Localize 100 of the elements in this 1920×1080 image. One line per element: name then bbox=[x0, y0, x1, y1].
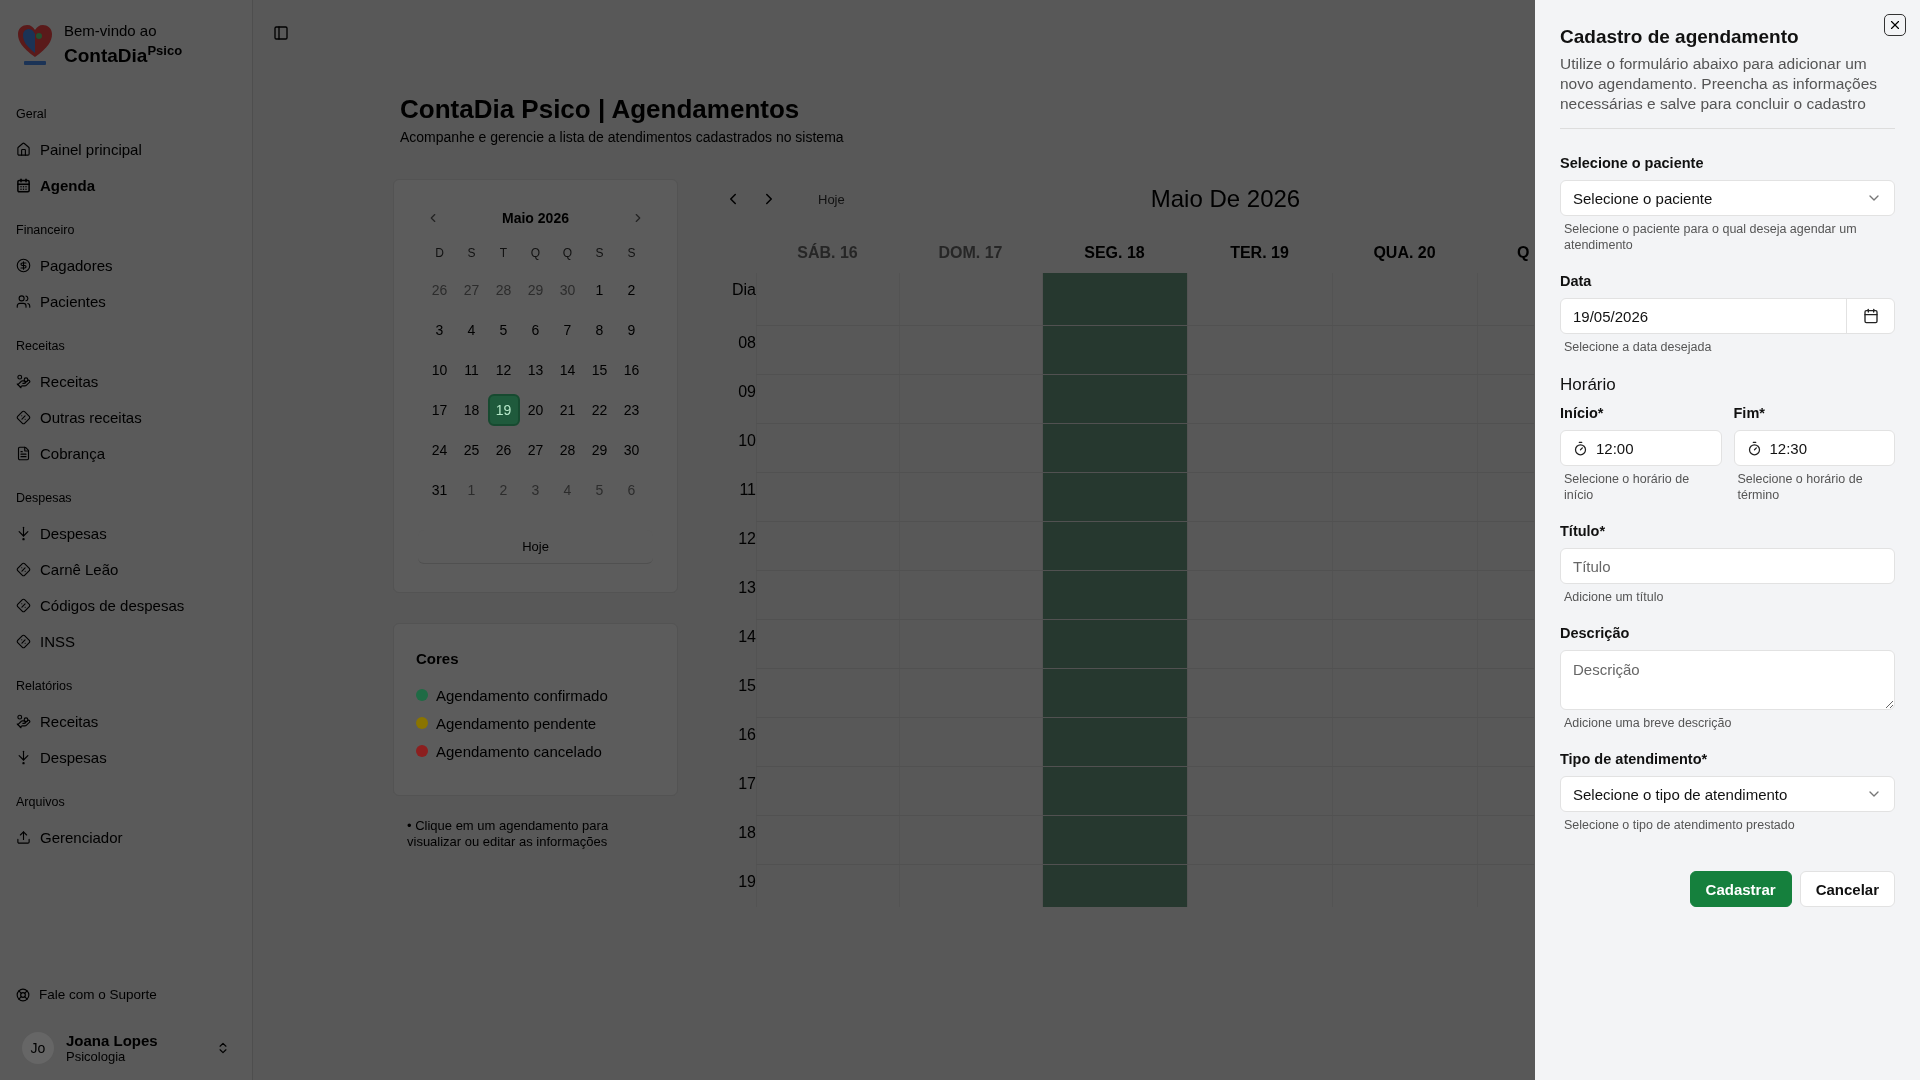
calendar-day[interactable]: 24 bbox=[423, 434, 456, 466]
calendar-day[interactable]: 1 bbox=[583, 274, 616, 306]
calendar-slot[interactable] bbox=[1042, 669, 1187, 718]
calendar-slot[interactable] bbox=[1042, 326, 1187, 375]
calendar-slot[interactable] bbox=[1187, 620, 1332, 669]
sidebar-item[interactable]: Carnê Leão bbox=[16, 551, 236, 588]
calendar-day[interactable]: 9 bbox=[615, 314, 648, 346]
calendar-slot[interactable] bbox=[1187, 767, 1332, 816]
calendar-slot[interactable] bbox=[1042, 424, 1187, 473]
calendar-slot[interactable] bbox=[1477, 718, 1534, 767]
time-field[interactable]: 12:00 bbox=[1560, 430, 1722, 466]
sidebar-item[interactable]: Pagadores bbox=[16, 247, 236, 284]
calendar-slot[interactable] bbox=[1187, 326, 1332, 375]
sidebar-item[interactable]: Códigos de despesas bbox=[16, 587, 236, 624]
calendar-day[interactable]: 31 bbox=[423, 474, 456, 506]
calendar-day[interactable]: 28 bbox=[551, 434, 584, 466]
calendar-slot[interactable] bbox=[1477, 669, 1534, 718]
input-field[interactable]: Título bbox=[1560, 548, 1895, 584]
textarea-field[interactable]: Descrição bbox=[1560, 650, 1895, 710]
calendar-day[interactable]: 3 bbox=[423, 314, 456, 346]
calendar-day[interactable]: 18 bbox=[455, 394, 488, 426]
calendar-slot[interactable] bbox=[1187, 522, 1332, 571]
calendar-day[interactable]: 7 bbox=[551, 314, 584, 346]
calendar-slot[interactable] bbox=[1187, 816, 1332, 865]
support-link[interactable]: Fale com o Suporte bbox=[16, 987, 236, 1002]
calendar-slot[interactable] bbox=[1042, 273, 1187, 326]
calendar-slot[interactable] bbox=[1477, 375, 1534, 424]
calendar-slot[interactable] bbox=[1187, 473, 1332, 522]
calendar-slot[interactable] bbox=[1477, 571, 1534, 620]
calendar-slot[interactable] bbox=[899, 473, 1042, 522]
calendar-slot[interactable] bbox=[1477, 816, 1534, 865]
calendar-slot[interactable] bbox=[899, 424, 1042, 473]
time-field[interactable]: 12:30 bbox=[1733, 430, 1895, 466]
calendar-slot[interactable] bbox=[1042, 767, 1187, 816]
calendar-slot[interactable] bbox=[1187, 273, 1332, 326]
calendar-day[interactable]: 2 bbox=[615, 274, 648, 306]
calendar-slot[interactable] bbox=[1042, 571, 1187, 620]
today-button[interactable]: Hoje bbox=[812, 190, 851, 208]
calendar-day[interactable]: 25 bbox=[455, 434, 488, 466]
calendar-slot[interactable] bbox=[1187, 669, 1332, 718]
calendar-slot[interactable] bbox=[1042, 522, 1187, 571]
sidebar-item[interactable]: INSS bbox=[16, 623, 236, 660]
sidebar-item[interactable]: Outras receitas bbox=[16, 399, 236, 436]
calendar-day[interactable]: 16 bbox=[615, 354, 648, 386]
calendar-day[interactable]: 12 bbox=[487, 354, 520, 386]
calendar-slot[interactable] bbox=[1477, 522, 1534, 571]
calendar-day[interactable]: 26 bbox=[487, 434, 520, 466]
calendar-slot[interactable] bbox=[1042, 620, 1187, 669]
select-field[interactable]: Selecione o paciente bbox=[1560, 180, 1895, 216]
calendar-day[interactable]: 20 bbox=[519, 394, 552, 426]
calendar-slot[interactable] bbox=[899, 375, 1042, 424]
calendar-slot[interactable] bbox=[1042, 375, 1187, 424]
calendar-slot[interactable] bbox=[899, 669, 1042, 718]
calendar-day[interactable]: 19 bbox=[487, 394, 520, 426]
calendar-slot[interactable] bbox=[1477, 273, 1534, 326]
calendar-day[interactable]: 29 bbox=[583, 434, 616, 466]
calendar-slot[interactable] bbox=[899, 571, 1042, 620]
calendar-slot[interactable] bbox=[899, 273, 1042, 326]
sidebar-item[interactable]: Despesas bbox=[16, 515, 236, 552]
calendar-slot[interactable] bbox=[1187, 718, 1332, 767]
calendar-slot[interactable] bbox=[899, 718, 1042, 767]
close-button[interactable] bbox=[1884, 14, 1906, 36]
sidebar-toggle-icon[interactable] bbox=[273, 25, 289, 41]
calendar-slot[interactable] bbox=[1042, 473, 1187, 522]
calendar-day[interactable]: 17 bbox=[423, 394, 456, 426]
calendar-day[interactable]: 8 bbox=[583, 314, 616, 346]
calendar-slot[interactable] bbox=[899, 326, 1042, 375]
calendar-slot[interactable] bbox=[1477, 473, 1534, 522]
calendar-day[interactable]: 4 bbox=[455, 314, 488, 346]
calendar-slot[interactable] bbox=[1042, 865, 1187, 907]
calendar-day[interactable]: 23 bbox=[615, 394, 648, 426]
sidebar-item[interactable]: Receitas bbox=[16, 363, 236, 400]
sidebar-item[interactable]: Despesas bbox=[16, 739, 236, 776]
sidebar-item[interactable]: Cobrança bbox=[16, 435, 236, 472]
calendar-slot[interactable] bbox=[899, 816, 1042, 865]
calendar-slot[interactable] bbox=[1477, 326, 1534, 375]
calendar-day[interactable]: 15 bbox=[583, 354, 616, 386]
sidebar-item[interactable]: Agenda bbox=[16, 167, 236, 204]
sidebar-item[interactable]: Pacientes bbox=[16, 283, 236, 320]
cancel-button[interactable]: Cancelar bbox=[1799, 871, 1895, 907]
calendar-day[interactable]: 22 bbox=[583, 394, 616, 426]
calendar-slot[interactable] bbox=[899, 522, 1042, 571]
calendar-slot[interactable] bbox=[1042, 816, 1187, 865]
calendar-slot[interactable] bbox=[1187, 375, 1332, 424]
calendar-slot[interactable] bbox=[1042, 718, 1187, 767]
calendar-slot[interactable] bbox=[899, 620, 1042, 669]
calendar-slot[interactable] bbox=[1187, 571, 1332, 620]
calendar-day[interactable]: 30 bbox=[615, 434, 648, 466]
calendar-day[interactable]: 21 bbox=[551, 394, 584, 426]
calendar-day[interactable]: 11 bbox=[455, 354, 488, 386]
calendar-slot[interactable] bbox=[1477, 620, 1534, 669]
calendar-day[interactable]: 27 bbox=[519, 434, 552, 466]
calendar-day[interactable]: 14 bbox=[551, 354, 584, 386]
calendar-day[interactable]: 10 bbox=[423, 354, 456, 386]
select-field[interactable]: Selecione o tipo de atendimento bbox=[1560, 776, 1895, 812]
sidebar-item[interactable]: Gerenciador bbox=[16, 819, 236, 856]
calendar-day[interactable]: 6 bbox=[519, 314, 552, 346]
sidebar-item[interactable]: Painel principal bbox=[16, 131, 236, 168]
calendar-slot[interactable] bbox=[1477, 767, 1534, 816]
calendar-day[interactable]: 5 bbox=[487, 314, 520, 346]
